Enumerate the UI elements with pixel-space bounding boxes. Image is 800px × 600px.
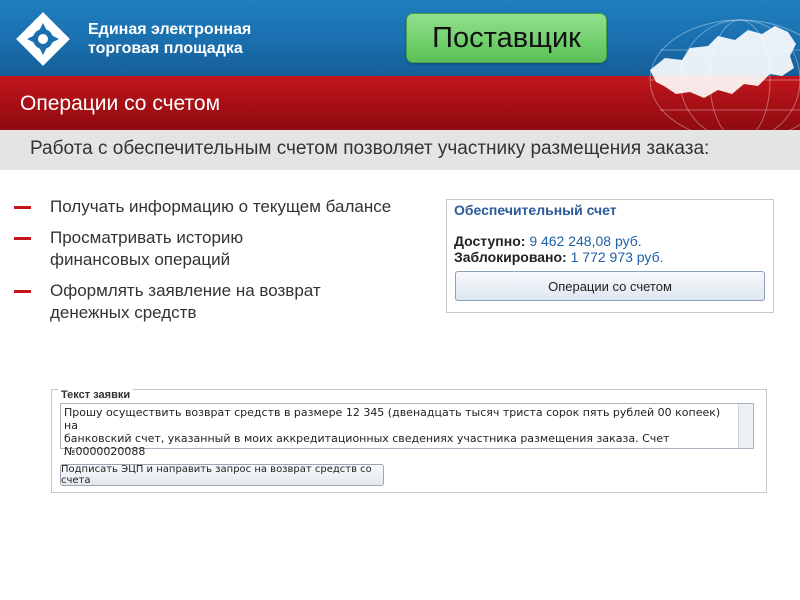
brand-line-2: торговая площадка	[88, 40, 243, 57]
available-label: Доступно:	[454, 233, 526, 249]
brand-name: Единая электронная торговая площадка	[88, 20, 251, 58]
blocked-label: Заблокировано:	[454, 249, 567, 265]
blocked-value: 1 772 973 руб.	[570, 249, 664, 265]
request-legend: Текст заявки	[58, 389, 134, 401]
role-badge: Поставщик	[406, 13, 607, 63]
account-panel: Обеспечительный счет Доступно: 9 462 248…	[446, 199, 774, 313]
russia-map-icon	[649, 19, 800, 130]
feature-list: Получать информацию о текущем балансе Пр…	[14, 196, 414, 333]
available-value: 9 462 248,08 руб.	[529, 233, 642, 249]
subtitle: Работа с обеспечительным счетом позволяе…	[30, 138, 710, 159]
list-item-text: Получать информацию о текущем балансе	[50, 197, 392, 216]
bullet-dash-icon	[14, 290, 31, 293]
account-title: Обеспечительный счет	[454, 202, 617, 218]
bullet-dash-icon	[14, 206, 31, 209]
account-operations-button[interactable]: Операции со счетом	[455, 271, 765, 301]
bullet-dash-icon	[14, 237, 31, 240]
list-item-text: Оформлять заявление на возврат денежных …	[50, 281, 321, 322]
list-item: Оформлять заявление на возврат денежных …	[14, 280, 414, 324]
sign-and-send-button[interactable]: Подписать ЭЦП и направить запрос на возв…	[60, 464, 384, 486]
eets-logo-icon	[16, 12, 70, 66]
blocked-line: Заблокировано: 1 772 973 руб.	[454, 249, 663, 265]
list-item-text: Просматривать историю финансовых операци…	[50, 228, 244, 269]
request-text[interactable]: Прошу осуществить возврат средств в разм…	[64, 406, 734, 458]
available-line: Доступно: 9 462 248,08 руб.	[454, 233, 642, 249]
request-textarea[interactable]: Прошу осуществить возврат средств в разм…	[60, 403, 754, 458]
request-scrollbar[interactable]	[738, 404, 753, 448]
list-item: Просматривать историю финансовых операци…	[14, 227, 414, 271]
subtitle-bar: Работа с обеспечительным счетом позволяе…	[0, 130, 800, 170]
list-item: Получать информацию о текущем балансе	[14, 196, 414, 218]
request-panel: Текст заявки Прошу осуществить возврат с…	[51, 389, 767, 493]
page-title: Операции со счетом	[20, 92, 221, 115]
brand-line-1: Единая электронная	[88, 21, 252, 38]
